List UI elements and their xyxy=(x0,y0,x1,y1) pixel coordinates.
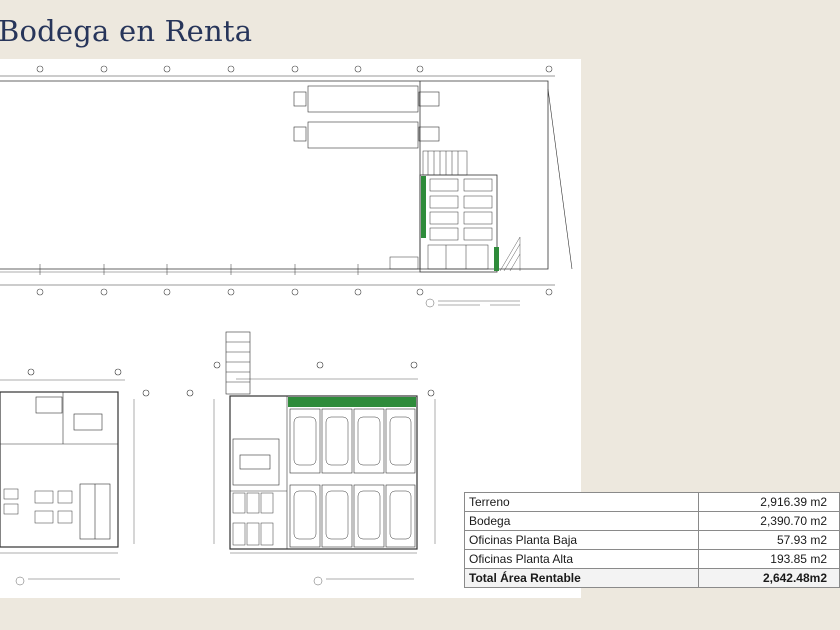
area-value: 2,916.39 m2 xyxy=(698,492,840,512)
area-row: Terreno 2,916.39 m2 xyxy=(464,492,840,512)
warehouse-plan xyxy=(0,65,573,308)
page-title: Bodega en Renta xyxy=(0,14,253,48)
area-summary-table: Terreno 2,916.39 m2 Bodega 2,390.70 m2 Ofici… xyxy=(464,492,840,588)
area-label: Bodega xyxy=(464,511,699,531)
ground-floor-parking-plan xyxy=(186,331,436,586)
area-value: 57.93 m2 xyxy=(698,530,840,550)
upper-floor-office-plan xyxy=(0,368,150,586)
area-value: 2,390.70 m2 xyxy=(698,511,840,531)
area-label: Terreno xyxy=(464,492,699,512)
area-total-value: 2,642.48m2 xyxy=(698,568,840,588)
area-total-label: Total Área Rentable xyxy=(464,568,699,588)
area-row: Oficinas Planta Baja 57.93 m2 xyxy=(464,530,840,550)
area-label: Oficinas Planta Baja xyxy=(464,530,699,550)
area-value: 193.85 m2 xyxy=(698,549,840,569)
area-row: Oficinas Planta Alta 193.85 m2 xyxy=(464,549,840,569)
area-label: Oficinas Planta Alta xyxy=(464,549,699,569)
area-total-row: Total Área Rentable 2,642.48m2 xyxy=(464,568,840,588)
area-row: Bodega 2,390.70 m2 xyxy=(464,511,840,531)
